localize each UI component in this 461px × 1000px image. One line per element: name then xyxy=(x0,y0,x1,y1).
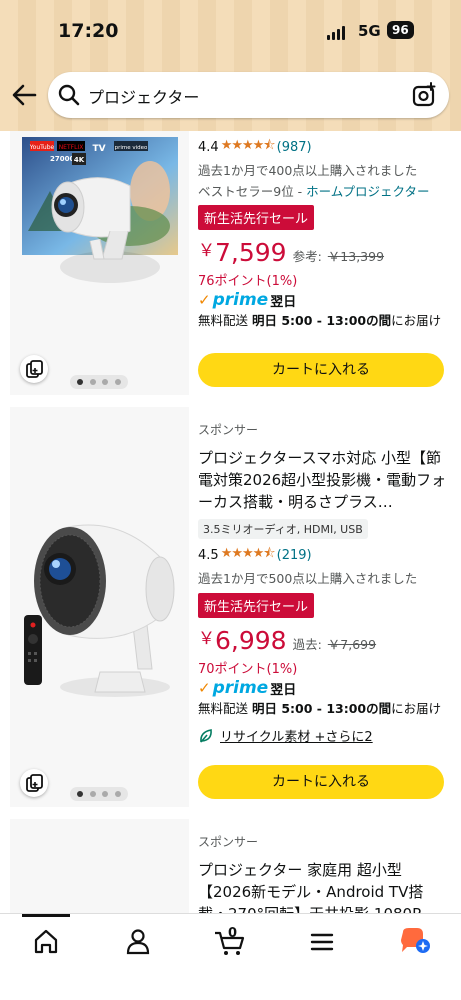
battery-badge: 96 xyxy=(387,21,414,39)
status-time: 17:20 xyxy=(58,20,119,42)
search-icon xyxy=(58,84,80,106)
search-input[interactable]: プロジェクター xyxy=(88,84,199,108)
sponsored-label: スポンサー xyxy=(198,423,259,437)
screen-label: YouTube xyxy=(29,144,55,151)
add-to-cart-button[interactable]: カートに入れる xyxy=(198,353,444,387)
screen-label: 27000 xyxy=(50,155,74,163)
leaf-icon xyxy=(200,728,212,743)
prime-day: 翌日 xyxy=(270,294,297,310)
product-info: スポンサー プロジェクター 家庭用 超小型【2026新モデル・Android T… xyxy=(198,819,450,913)
prime-check-icon: ✓ xyxy=(198,679,211,697)
cart-count: 0 xyxy=(228,926,238,941)
search-results: YouTube NETFLIX TV prime video 27000 4K xyxy=(0,131,461,913)
bestseller-category-link[interactable]: ホームプロジェクター xyxy=(306,184,429,199)
image-carousel-dots[interactable] xyxy=(70,375,128,389)
prime-check-icon: ✓ xyxy=(198,291,211,309)
product-title[interactable]: プロジェクタースマホ対応 小型【節電対策2026超小型投影機・電動フォーカス搭載… xyxy=(198,447,450,513)
reference-label: 参考: xyxy=(292,249,322,264)
rating-value: 4.5 xyxy=(198,547,219,563)
rating-row[interactable]: 4.4 ★★★★⯪ (987) xyxy=(198,136,450,158)
sponsored-label: スポンサー xyxy=(198,835,259,849)
sale-badge: 新生活先行セール xyxy=(198,205,315,230)
shipping-window: 明日 5:00 - 13:00の間 xyxy=(251,701,392,716)
feature-chip: 3.5ミリオーディオ, HDMI, USB xyxy=(198,519,368,539)
price: ￥7,599 xyxy=(198,236,287,267)
add-to-cart-button[interactable]: カートに入れる xyxy=(198,765,444,799)
past-price: ￥7,699 xyxy=(327,637,377,652)
product-card[interactable]: スポンサー プロジェクタースマホ対応 小型【節電対策2026超小型投影機・電動フ… xyxy=(10,407,451,807)
shipping-window: 明日 5:00 - 13:00の間 xyxy=(251,313,392,328)
compare-icon xyxy=(26,774,43,792)
shipping-info: 無料配送 明日 5:00 - 13:00の間にお届け xyxy=(198,699,450,718)
product-title[interactable]: プロジェクター 家庭用 超小型【2026新モデル・Android TV搭載・27… xyxy=(198,859,450,913)
shipping-prefix: 無料配送 xyxy=(198,313,252,328)
product-image[interactable] xyxy=(10,819,189,913)
rating-value: 4.4 xyxy=(198,139,219,155)
sale-badge: 新生活先行セール xyxy=(198,593,315,618)
shipping-suffix: にお届け xyxy=(391,701,442,716)
price-value: 6,998 xyxy=(215,626,287,655)
compare-button[interactable] xyxy=(20,769,48,797)
product-card[interactable]: YouTube NETFLIX TV prime video 27000 4K xyxy=(10,131,451,395)
status-bar: 17:20 5G 96 xyxy=(0,18,461,46)
past-price-label: 過去: xyxy=(292,637,322,652)
price: ￥6,998 xyxy=(198,624,287,655)
recycle-row[interactable]: リサイクル素材 +さらに2 xyxy=(198,726,450,745)
purchase-count: 過去1か月で500点以上購入されました xyxy=(198,571,418,586)
network-label: 5G xyxy=(358,22,381,40)
product-info: 4.4 ★★★★⯪ (987) 過去1か月で400点以上購入されました ベストセ… xyxy=(198,131,450,330)
compare-button[interactable] xyxy=(20,355,48,383)
reference-price: ￥13,399 xyxy=(327,249,385,264)
prime-delivery: ✓ prime 翌日 xyxy=(198,290,450,310)
screen-label: 4K xyxy=(74,156,85,164)
star-rating: ★★★★⯪ xyxy=(220,546,276,561)
purchase-count: 過去1か月で400点以上購入されました xyxy=(198,163,418,178)
prime-delivery: ✓ prime 翌日 xyxy=(198,678,450,698)
bestseller-row: ベストセラー9位 - ホームプロジェクター xyxy=(198,181,450,200)
compare-icon xyxy=(26,360,43,378)
search-bar[interactable]: プロジェクター xyxy=(48,72,449,118)
bestseller-rank: ベストセラー9位 - xyxy=(198,184,307,199)
prime-day: 翌日 xyxy=(270,682,297,698)
points: 70ポイント(1%) xyxy=(198,662,298,677)
app-header: 17:20 5G 96 プロジェクター xyxy=(0,0,461,131)
price-value: 7,599 xyxy=(215,238,287,267)
review-count[interactable]: (987) xyxy=(277,140,312,155)
home-icon[interactable] xyxy=(23,924,69,960)
prime-logo: prime xyxy=(212,290,269,310)
product-info: スポンサー プロジェクタースマホ対応 小型【節電対策2026超小型投影機・電動フ… xyxy=(198,407,450,745)
review-count[interactable]: (219) xyxy=(277,548,312,563)
points: 76ポイント(1%) xyxy=(198,274,298,289)
bottom-nav: 0 xyxy=(0,913,461,1000)
shipping-suffix: にお届け xyxy=(391,313,442,328)
product-card[interactable]: スポンサー プロジェクター 家庭用 超小型【2026新モデル・Android T… xyxy=(10,819,451,913)
menu-icon[interactable] xyxy=(299,924,345,960)
prime-logo: prime xyxy=(212,678,269,698)
shipping-prefix: 無料配送 xyxy=(198,701,252,716)
camera-search-icon[interactable] xyxy=(411,82,437,108)
screen-label: prime video xyxy=(115,145,148,151)
cart-tab[interactable]: 0 xyxy=(207,924,253,960)
product-image[interactable] xyxy=(10,407,189,807)
back-arrow-icon[interactable] xyxy=(9,80,39,110)
account-icon[interactable] xyxy=(115,924,161,960)
currency-symbol: ￥ xyxy=(198,629,215,649)
star-rating: ★★★★⯪ xyxy=(220,138,276,153)
shipping-info: 無料配送 明日 5:00 - 13:00の間にお届け xyxy=(198,311,450,330)
screen-label: TV xyxy=(92,144,105,154)
projector-image xyxy=(24,524,175,697)
image-carousel-dots[interactable] xyxy=(70,787,128,801)
recycle-link[interactable]: リサイクル素材 +さらに2 xyxy=(220,726,373,745)
rating-row[interactable]: 4.5 ★★★★⯪ (219) xyxy=(198,544,450,566)
signal-icon xyxy=(327,26,345,40)
assistant-icon[interactable] xyxy=(391,924,437,960)
currency-symbol: ￥ xyxy=(198,241,215,261)
active-tab-indicator xyxy=(22,914,70,917)
screen-label: NETFLIX xyxy=(59,144,84,151)
